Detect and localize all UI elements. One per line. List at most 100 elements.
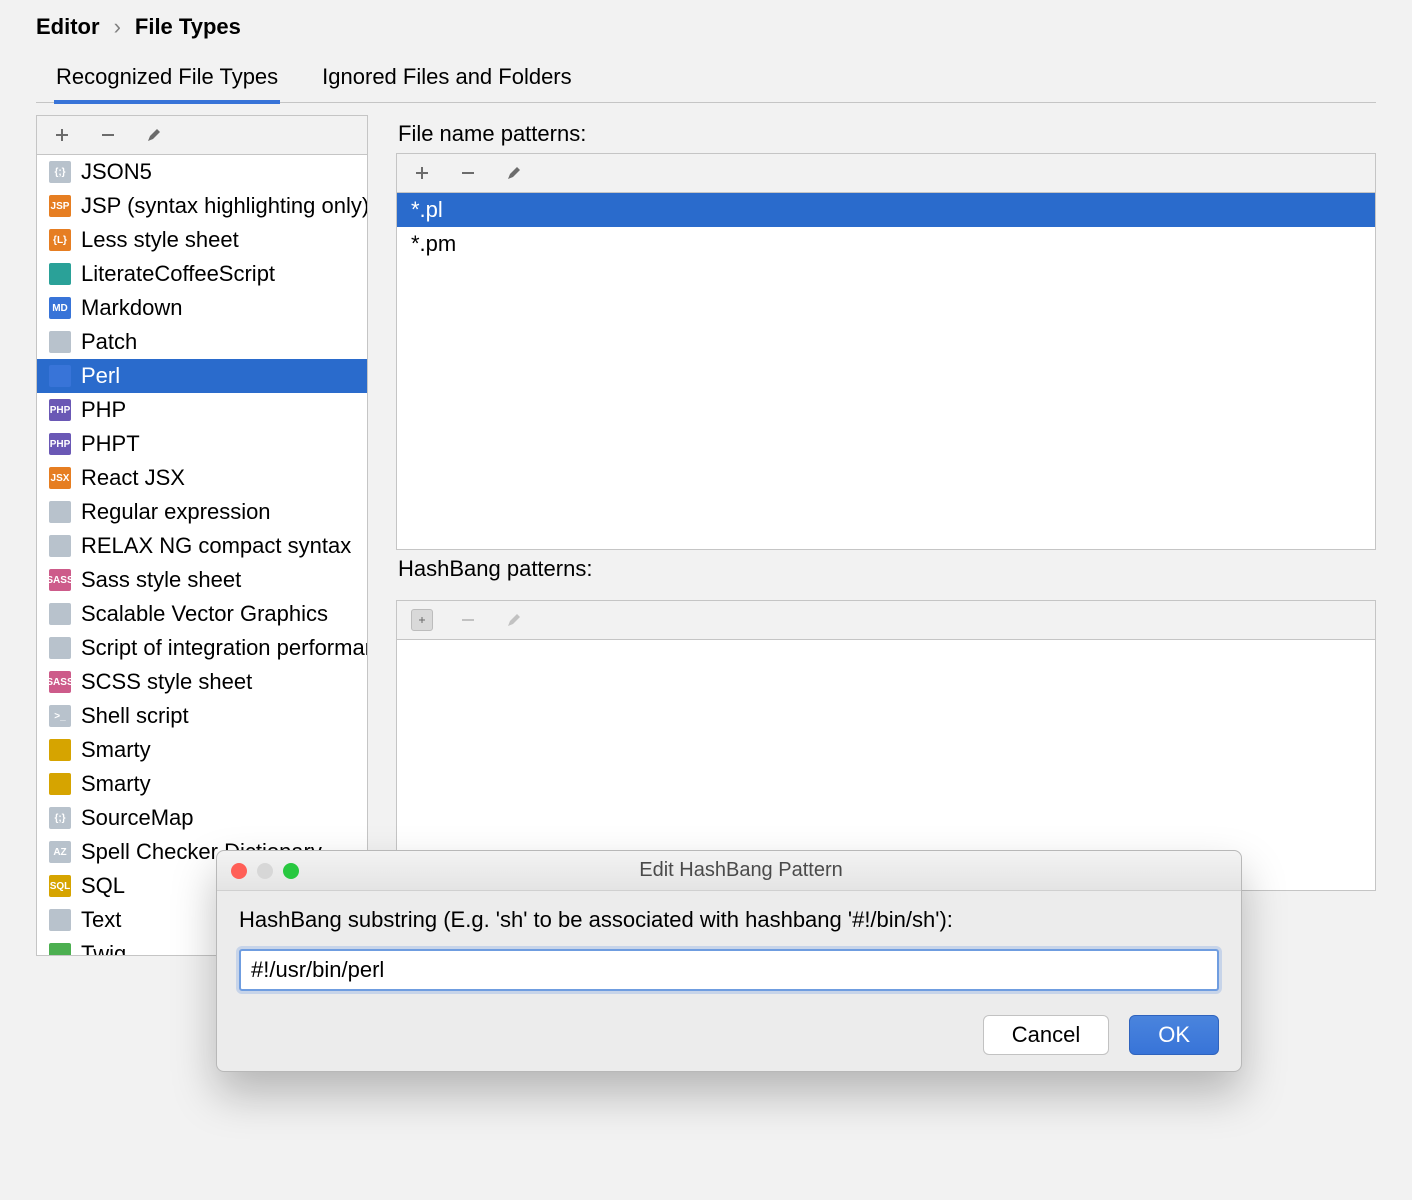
file-type-item[interactable]: Patch <box>37 325 367 359</box>
file-type-label: Less style sheet <box>81 227 239 253</box>
file-types-toolbar <box>37 116 367 155</box>
file-type-icon: PHP <box>49 399 71 421</box>
maximize-icon[interactable] <box>283 863 299 879</box>
breadcrumb: Editor › File Types <box>36 0 1376 64</box>
file-type-icon <box>49 773 71 795</box>
remove-icon[interactable] <box>97 124 119 146</box>
file-type-item[interactable]: Smarty <box>37 767 367 801</box>
file-types-list[interactable]: {;} JSON5 JSP JSP (syntax highlighting only… <box>37 155 367 955</box>
file-type-icon: PHP <box>49 433 71 455</box>
file-type-label: LiterateCoffeeScript <box>81 261 275 287</box>
file-type-item[interactable]: MD Markdown <box>37 291 367 325</box>
file-type-item[interactable]: RELAX NG compact syntax <box>37 529 367 563</box>
file-type-item[interactable]: {;} SourceMap <box>37 801 367 835</box>
file-type-label: SCSS style sheet <box>81 669 252 695</box>
file-type-icon: >_ <box>49 705 71 727</box>
file-type-icon <box>49 535 71 557</box>
minimize-icon <box>257 863 273 879</box>
file-name-patterns-panel: *.pl*.pm <box>396 153 1376 550</box>
file-type-label: Shell script <box>81 703 189 729</box>
file-type-item[interactable]: PHP PHP <box>37 393 367 427</box>
file-type-icon: SASS <box>49 671 71 693</box>
close-icon[interactable] <box>231 863 247 879</box>
file-type-label: Scalable Vector Graphics <box>81 601 328 627</box>
hashbang-panel <box>396 600 1376 891</box>
dialog-title: Edit HashBang Pattern <box>313 851 1169 890</box>
file-type-icon: {;} <box>49 161 71 183</box>
breadcrumb-current: File Types <box>135 14 241 40</box>
file-type-label: Sass style sheet <box>81 567 241 593</box>
file-type-label: Text <box>81 907 121 933</box>
file-type-label: Perl <box>81 363 120 389</box>
add-icon[interactable] <box>411 609 433 631</box>
file-type-icon: {;} <box>49 807 71 829</box>
file-type-label: React JSX <box>81 465 185 491</box>
file-type-item[interactable]: {L}Less style sheet <box>37 223 367 257</box>
file-type-icon: JSX <box>49 467 71 489</box>
file-types-panel: {;} JSON5 JSP JSP (syntax highlighting only… <box>36 115 368 956</box>
file-type-item[interactable]: SASS SCSS style sheet <box>37 665 367 699</box>
remove-icon[interactable] <box>457 162 479 184</box>
file-type-item[interactable]: JSX React JSX <box>37 461 367 495</box>
edit-icon <box>503 609 525 631</box>
file-type-item[interactable]: Script of integration performance test <box>37 631 367 665</box>
add-icon[interactable] <box>51 124 73 146</box>
add-icon[interactable] <box>411 162 433 184</box>
file-type-icon <box>49 637 71 659</box>
hashbang-toolbar <box>397 601 1375 640</box>
file-type-icon: JSP <box>49 195 71 217</box>
file-type-item[interactable]: PHP PHPT <box>37 427 367 461</box>
hashbang-label: HashBang patterns: <box>398 556 1376 582</box>
file-type-item[interactable]: Regular expression <box>37 495 367 529</box>
edit-icon[interactable] <box>143 124 165 146</box>
file-type-icon: SQL <box>49 875 71 897</box>
file-type-icon: MD <box>49 297 71 319</box>
ok-button[interactable]: OK <box>1129 1015 1219 1055</box>
file-type-label: Markdown <box>81 295 182 321</box>
file-type-label: SourceMap <box>81 805 194 831</box>
file-type-icon <box>49 331 71 353</box>
file-type-label: Script of integration performance test <box>81 635 367 661</box>
file-type-label: Smarty <box>81 771 151 797</box>
file-type-label: Patch <box>81 329 137 355</box>
window-controls <box>217 853 313 889</box>
file-type-label: Twig <box>81 941 126 955</box>
hashbang-substring-label: HashBang substring (E.g. 'sh' to be asso… <box>239 907 1219 933</box>
file-type-item[interactable]: SASSSass style sheet <box>37 563 367 597</box>
patterns-list[interactable]: *.pl*.pm <box>397 193 1375 549</box>
file-type-item[interactable]: JSP JSP (syntax highlighting only) <box>37 189 367 223</box>
file-type-icon <box>49 739 71 761</box>
file-type-icon <box>49 263 71 285</box>
file-type-item[interactable]: {;} JSON5 <box>37 155 367 189</box>
cancel-button[interactable]: Cancel <box>983 1015 1109 1055</box>
file-type-label: JSP (syntax highlighting only) <box>81 193 367 219</box>
file-type-item[interactable]: Perl <box>37 359 367 393</box>
file-type-label: SQL <box>81 873 125 899</box>
pattern-item[interactable]: *.pm <box>397 227 1375 261</box>
file-type-item[interactable]: Smarty <box>37 733 367 767</box>
file-type-icon: AZ <box>49 841 71 863</box>
file-type-label: Regular expression <box>81 499 271 525</box>
tab-recognized-file-types[interactable]: Recognized File Types <box>54 64 280 104</box>
file-type-label: PHP <box>81 397 126 423</box>
remove-icon <box>457 609 479 631</box>
file-type-icon <box>49 365 71 387</box>
patterns-toolbar <box>397 154 1375 193</box>
edit-icon[interactable] <box>503 162 525 184</box>
file-type-icon <box>49 943 71 955</box>
tabs: Recognized File Types Ignored Files and … <box>36 64 1376 103</box>
tab-ignored-files-folders[interactable]: Ignored Files and Folders <box>320 64 573 104</box>
breadcrumb-parent[interactable]: Editor <box>36 14 100 40</box>
file-type-icon <box>49 603 71 625</box>
file-type-icon <box>49 909 71 931</box>
file-type-label: PHPT <box>81 431 140 457</box>
file-name-patterns-label: File name patterns: <box>398 121 1376 147</box>
pattern-item[interactable]: *.pl <box>397 193 1375 227</box>
file-type-label: JSON5 <box>81 159 152 185</box>
dialog-titlebar: Edit HashBang Pattern <box>217 851 1241 891</box>
file-type-item[interactable]: LiterateCoffeeScript <box>37 257 367 291</box>
file-type-item[interactable]: Scalable Vector Graphics <box>37 597 367 631</box>
file-type-item[interactable]: >_ Shell script <box>37 699 367 733</box>
edit-hashbang-dialog: Edit HashBang Pattern HashBang substring… <box>216 850 1242 1072</box>
hashbang-input[interactable] <box>239 949 1219 991</box>
